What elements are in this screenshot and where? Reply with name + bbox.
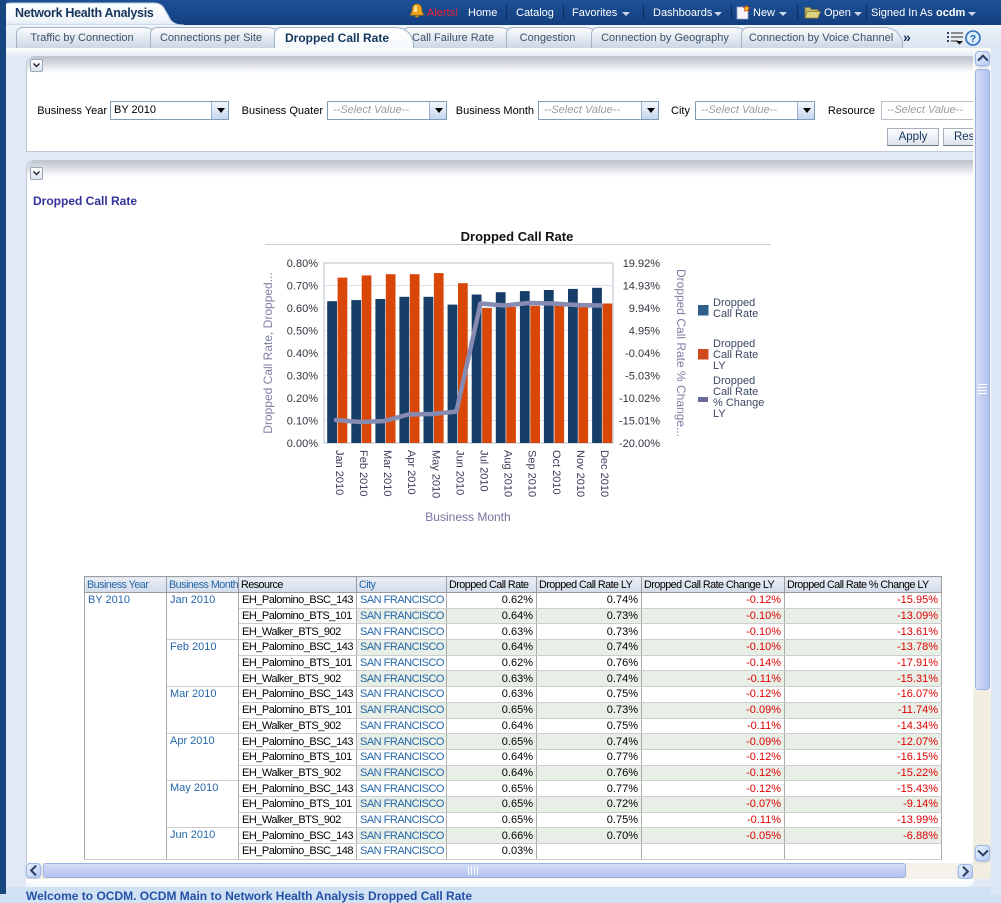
svg-text:Nov 2010: Nov 2010 [574,450,586,497]
svg-text:-10.02%: -10.02% [619,393,660,405]
svg-text:Feb 2010: Feb 2010 [357,450,369,496]
svg-text:0.50%: 0.50% [287,326,318,338]
svg-text:Dropped Call Rate, Dropped...: Dropped Call Rate, Dropped... [261,272,275,433]
svg-text:-5.03%: -5.03% [625,371,660,383]
svg-text:Apr 2010: Apr 2010 [405,450,417,495]
svg-text:Call Rate: Call Rate [713,308,758,320]
svg-text:Business Month: Business Month [425,510,510,524]
svg-text:0.40%: 0.40% [287,348,318,360]
svg-text:-0.04%: -0.04% [625,348,660,360]
svg-text:-15.01%: -15.01% [619,416,660,428]
svg-text:Jul 2010: Jul 2010 [478,450,490,492]
svg-text:-20.00%: -20.00% [619,438,660,450]
svg-text:4.95%: 4.95% [629,326,660,338]
svg-text:Dropped Call Rate % Change...: Dropped Call Rate % Change... [674,269,688,437]
svg-text:?: ? [970,33,976,45]
svg-text:0.60%: 0.60% [287,303,318,315]
svg-text:LY: LY [713,360,726,372]
svg-text:0.80%: 0.80% [287,258,318,270]
svg-text:Mar 2010: Mar 2010 [381,450,393,496]
svg-text:0.30%: 0.30% [287,371,318,383]
svg-text:Jan 2010: Jan 2010 [333,450,345,495]
svg-text:Sep 2010: Sep 2010 [526,450,538,497]
svg-text:0.10%: 0.10% [287,416,318,428]
svg-text:14.93%: 14.93% [623,281,661,293]
svg-text:19.92%: 19.92% [623,258,661,270]
svg-text:Aug 2010: Aug 2010 [502,450,514,497]
svg-text:May 2010: May 2010 [429,450,441,498]
svg-text:0.20%: 0.20% [287,393,318,405]
svg-text:0.70%: 0.70% [287,281,318,293]
svg-text:Oct 2010: Oct 2010 [550,450,562,495]
svg-text:Jun 2010: Jun 2010 [453,450,465,495]
svg-text:9.94%: 9.94% [629,303,660,315]
svg-text:0.00%: 0.00% [287,438,318,450]
svg-text:Dropped Call Rate: Dropped Call Rate [461,229,574,244]
svg-text:LY: LY [713,408,726,420]
svg-text:Dec 2010: Dec 2010 [598,450,610,497]
